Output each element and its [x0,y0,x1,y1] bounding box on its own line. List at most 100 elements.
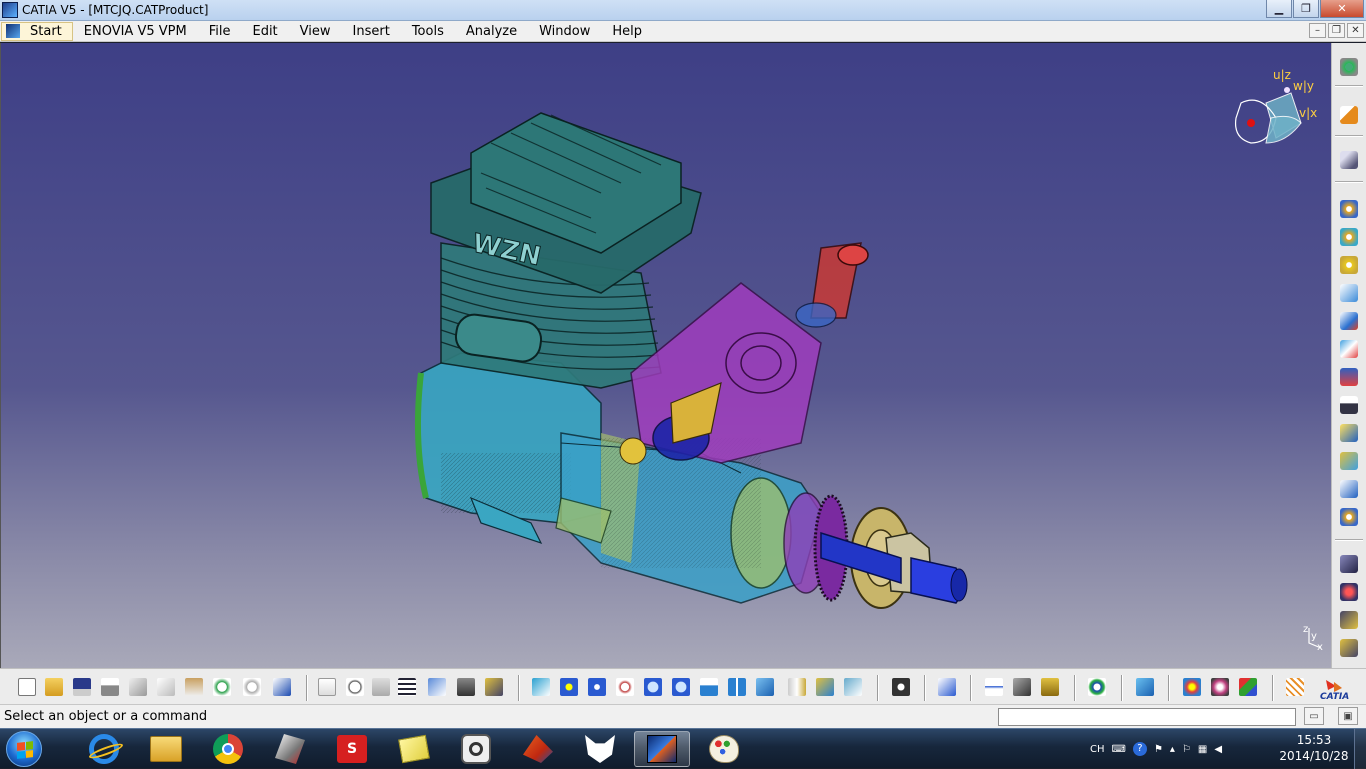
new-icon[interactable] [18,678,38,698]
assembly-gear-icon[interactable] [1340,200,1360,220]
show-desktop-button[interactable] [1354,729,1366,769]
material-icon[interactable] [1211,678,1231,698]
flag-icon[interactable]: ⚐ [1182,744,1191,755]
command-restore-button[interactable]: ▭ [1304,707,1324,725]
fly-through-icon[interactable] [1340,151,1360,171]
component-gear-icon[interactable] [1340,228,1360,248]
isometric-view-icon[interactable] [756,678,776,698]
3d-viewport[interactable]: WZN u|z w|y v|x z y x [0,43,1331,668]
tray-menu-icon[interactable]: ⚑ [1154,744,1163,755]
print-icon[interactable] [101,678,121,698]
replace-component-icon[interactable] [1340,312,1360,332]
fly-mode-icon[interactable] [532,678,552,698]
select-arrow-icon[interactable] [1340,106,1360,126]
rotate-icon[interactable] [616,678,636,698]
annotation-icon[interactable] [1340,424,1360,444]
restore-button[interactable]: ❐ [1293,0,1319,18]
menu-window[interactable]: Window [528,21,601,42]
cut-icon[interactable] [129,678,149,698]
formula-icon[interactable] [318,678,338,698]
redo-icon[interactable] [243,678,263,698]
menu-edit[interactable]: Edit [241,21,288,42]
sectioning-icon[interactable] [938,678,958,698]
engine-model[interactable]: WZN u|z w|y v|x z y x [1,43,1331,668]
table-icon[interactable] [398,678,418,698]
doc-minimize-button[interactable]: – [1309,23,1326,38]
catia-app-icon[interactable] [2,2,18,18]
menu-help[interactable]: Help [601,21,653,42]
capture-icon[interactable] [892,678,912,698]
minimize-button[interactable]: ▁ [1266,0,1292,18]
catalog-icon[interactable] [1340,480,1360,500]
doc-close-button[interactable]: ✕ [1347,23,1364,38]
color-icon[interactable] [1239,678,1259,698]
shading-icon[interactable] [844,678,864,698]
grid-icon[interactable] [1286,678,1306,698]
zoom-in-icon[interactable] [644,678,664,698]
compass[interactable]: u|z w|y v|x [1234,68,1318,144]
lock-icon[interactable] [457,678,477,698]
menu-enovia[interactable]: ENOVIA V5 VPM [73,21,198,42]
acrobat-icon[interactable] [448,731,504,767]
menu-analyze[interactable]: Analyze [455,21,528,42]
paste-icon[interactable] [185,678,205,698]
insert-existing-icon[interactable] [1340,284,1360,304]
matlab-icon[interactable] [510,731,566,767]
fit-all-icon[interactable] [560,678,580,698]
multi-view-icon[interactable] [728,678,748,698]
menu-view[interactable]: View [289,21,342,42]
command-close-button[interactable]: ▣ [1338,707,1358,725]
pan-icon[interactable] [588,678,608,698]
close-button[interactable]: ✕ [1320,0,1364,18]
menu-insert[interactable]: Insert [342,21,401,42]
cylinder-head[interactable]: WZN [430,112,702,389]
network-icon[interactable]: ▦ [1198,744,1207,755]
zoom-out-icon[interactable] [672,678,692,698]
move-icon[interactable] [1340,340,1360,360]
clash-icon[interactable] [1013,678,1033,698]
knowledge-icon[interactable] [372,678,392,698]
reorder-icon[interactable] [1340,396,1360,416]
angle-icon[interactable] [1340,639,1360,659]
internet-explorer-icon[interactable] [76,731,132,767]
windows-start-button[interactable] [6,731,42,767]
render-icon[interactable] [1183,678,1203,698]
constraint-icon[interactable] [1340,555,1360,575]
file-explorer-icon[interactable] [138,731,194,767]
sheet-icon[interactable] [1136,678,1156,698]
chrome-icon[interactable] [200,731,256,767]
tree-icon[interactable] [428,678,448,698]
3dexperience-icon[interactable] [262,731,318,767]
needle-valve[interactable] [795,242,869,328]
menu-start[interactable]: Start [1,21,73,41]
sticky-notes-icon[interactable] [386,731,442,767]
hide-show-icon[interactable] [788,678,808,698]
whats-this-icon[interactable] [273,678,293,698]
catia-icon[interactable] [634,731,690,767]
numbering-icon[interactable] [1340,508,1360,528]
open-icon[interactable] [45,678,65,698]
gears-icon[interactable] [1340,58,1360,78]
copy-icon[interactable] [157,678,177,698]
help-icon[interactable]: ? [1132,742,1147,756]
paint-icon[interactable] [696,731,752,767]
menu-tools[interactable]: Tools [401,21,455,42]
foxmail-icon[interactable] [572,731,628,767]
input-language[interactable]: CH [1090,744,1105,755]
snap-icon[interactable] [1340,368,1360,388]
save-icon[interactable] [73,678,93,698]
undo-icon[interactable] [213,678,233,698]
publish-icon[interactable] [1340,452,1360,472]
keyboard-icon[interactable]: ⌨ [1112,744,1126,755]
menu-file[interactable]: File [198,21,242,42]
measure-icon[interactable] [985,678,1005,698]
volume-icon[interactable]: ◀ [1214,744,1222,755]
doc-restore-button[interactable]: ❐ [1328,23,1345,38]
command-input[interactable] [998,708,1296,726]
normal-view-icon[interactable] [700,678,720,698]
comment-icon[interactable] [346,678,366,698]
part-gear-icon[interactable] [1340,256,1360,276]
solidworks-icon[interactable]: S [324,731,380,767]
fix-icon[interactable] [1340,583,1360,603]
offset-icon[interactable] [1340,611,1360,631]
